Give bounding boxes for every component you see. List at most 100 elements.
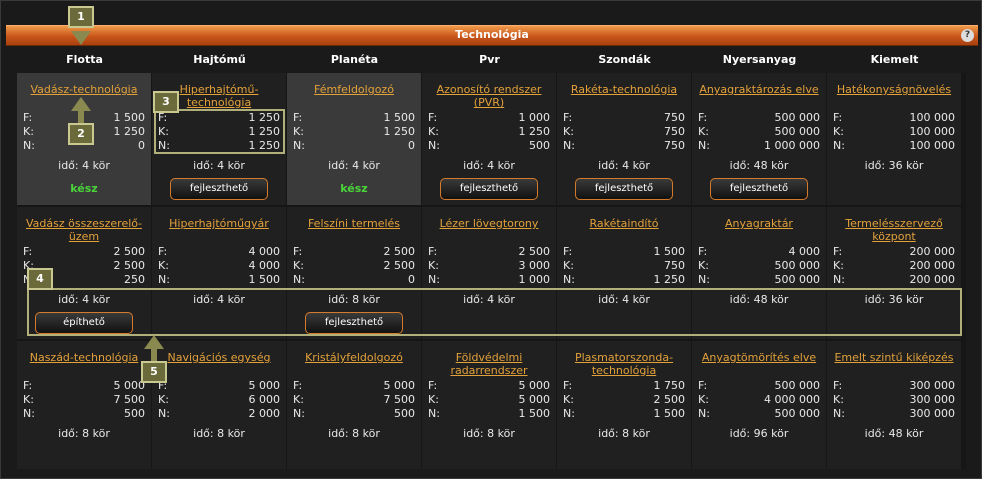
callout-marker-2: 2 bbox=[68, 123, 94, 145]
upgrade-button[interactable]: fejleszthető bbox=[170, 178, 268, 200]
cost-row-k: K: 4 000 bbox=[158, 259, 280, 273]
build-time: idő: 8 kör bbox=[193, 427, 245, 440]
cost-value: 7 500 bbox=[113, 393, 146, 406]
cost-value: 1 000 000 bbox=[764, 139, 820, 152]
cost-label: F: bbox=[293, 111, 303, 124]
callout-marker-3: 3 bbox=[153, 91, 179, 113]
tech-name-link[interactable]: Plasmatorszonda-technológia bbox=[557, 351, 691, 377]
tech-name-link[interactable]: Hiperhajtóműgyár bbox=[152, 217, 286, 230]
cost-value: 750 bbox=[664, 125, 685, 138]
tech-name-link[interactable]: Termelésszervező központ bbox=[827, 217, 961, 243]
cost-label: N: bbox=[833, 407, 845, 420]
cost-label: K: bbox=[293, 393, 304, 406]
upgrade-button[interactable]: fejleszthető bbox=[440, 178, 538, 200]
cost-label: N: bbox=[428, 407, 440, 420]
cost-label: K: bbox=[293, 259, 304, 272]
tech-name-link[interactable]: Navigációs egység bbox=[152, 351, 286, 364]
tech-name-link[interactable]: Fémfeldolgozó bbox=[287, 83, 421, 96]
cost-row-k: K: 2 500 bbox=[293, 259, 415, 273]
cost-row-n: N: 200 000 bbox=[833, 273, 955, 287]
cost-value: 250 bbox=[124, 273, 145, 286]
tech-cell: Kristályfeldolgozó F: 5 000 K: 7 500 N: 500 idő… bbox=[287, 341, 421, 469]
cost-label: N: bbox=[833, 139, 845, 152]
cost-row-f: F: 500 000 bbox=[698, 111, 820, 125]
cost-row-n: N: 1 500 bbox=[158, 273, 280, 287]
cost-label: N: bbox=[23, 139, 35, 152]
callout-marker-5: 5 bbox=[141, 361, 167, 383]
tech-name-link[interactable]: Emelt szintű kiképzés bbox=[827, 351, 961, 364]
tech-name-link[interactable]: Kristályfeldolgozó bbox=[287, 351, 421, 364]
column-header: Planéta bbox=[330, 53, 379, 66]
tech-name-link[interactable]: Lézer lövegtorony bbox=[422, 217, 556, 230]
tech-name-link[interactable]: Naszád-technológia bbox=[17, 351, 151, 364]
cost-value: 200 000 bbox=[909, 245, 956, 258]
cost-row-n: N: 1 000 bbox=[428, 273, 550, 287]
cost-value: 0 bbox=[408, 273, 415, 286]
tech-cell: Azonosító rendszer (PVR) F: 1 000 K: 1 250 N:… bbox=[422, 73, 556, 205]
cost-label: N: bbox=[563, 139, 575, 152]
column-header: Nyersanyag bbox=[722, 53, 797, 66]
window-title: Technológia bbox=[455, 28, 529, 41]
tech-name-link[interactable]: Vadász-technológia bbox=[17, 83, 151, 96]
cost-label: F: bbox=[428, 379, 438, 392]
cost-value: 2 500 bbox=[113, 259, 146, 272]
cost-label: K: bbox=[563, 259, 574, 272]
cost-value: 2 500 bbox=[383, 245, 416, 258]
cost-value: 4 000 000 bbox=[764, 393, 820, 406]
cost-label: F: bbox=[158, 245, 168, 258]
cost-row-n: N: 0 bbox=[293, 273, 415, 287]
cost-value: 500 bbox=[529, 139, 550, 152]
window-titlebar: Technológia ? bbox=[6, 25, 978, 46]
cost-row-n: N: 300 000 bbox=[833, 407, 955, 421]
cost-value: 1 750 bbox=[653, 379, 686, 392]
cost-value: 500 bbox=[124, 407, 145, 420]
cost-row-f: F: 1 750 bbox=[563, 379, 685, 393]
cost-value: 1 500 bbox=[518, 407, 551, 420]
tech-name-link[interactable]: Földvédelmi radarrendszer bbox=[422, 351, 556, 377]
cost-label: F: bbox=[698, 379, 708, 392]
cost-row-f: F: 2 500 bbox=[23, 245, 145, 259]
cost-value: 2 500 bbox=[518, 245, 551, 258]
cost-value: 5 000 bbox=[518, 379, 551, 392]
cost-value: 300 000 bbox=[909, 379, 956, 392]
cost-value: 300 000 bbox=[909, 393, 956, 406]
tech-name-link[interactable]: Anyagraktár bbox=[692, 217, 826, 230]
upgrade-button[interactable]: fejleszthető bbox=[575, 178, 673, 200]
cost-row-f: F: 5 000 bbox=[158, 379, 280, 393]
cost-row-k: K: 4 000 000 bbox=[698, 393, 820, 407]
tech-name-link[interactable]: Vadász összeszerelő-üzem bbox=[17, 217, 151, 243]
cost-label: N: bbox=[563, 407, 575, 420]
highlight-box-time-row bbox=[27, 288, 962, 336]
cost-value: 0 bbox=[138, 139, 145, 152]
cost-label: N: bbox=[698, 273, 710, 286]
tech-name-link[interactable]: Felszíni termelés bbox=[287, 217, 421, 230]
build-time: idő: 4 kör bbox=[58, 159, 110, 172]
cost-value: 7 500 bbox=[383, 393, 416, 406]
tech-name-link[interactable]: Anyagraktározás elve bbox=[692, 83, 826, 96]
upgrade-button[interactable]: fejleszthető bbox=[710, 178, 808, 200]
cost-row-f: F: 5 000 bbox=[23, 379, 145, 393]
cost-value: 100 000 bbox=[909, 111, 956, 124]
cost-label: F: bbox=[23, 245, 33, 258]
tech-name-link[interactable]: Anyagtömörítés elve bbox=[692, 351, 826, 364]
tech-cell: Naszád-technológia F: 5 000 K: 7 500 N: 500 idő… bbox=[17, 341, 151, 469]
column-header: Szondák bbox=[598, 53, 651, 66]
tech-name-link[interactable]: Rakétaindító bbox=[557, 217, 691, 230]
help-icon[interactable]: ? bbox=[961, 29, 974, 42]
tech-cell: Rakéta-technológia F: 750 K: 750 N: 750 idő: 4 … bbox=[557, 73, 691, 205]
cost-row-n: N: 500 000 bbox=[698, 273, 820, 287]
cost-label: N: bbox=[23, 407, 35, 420]
tech-name-link[interactable]: Azonosító rendszer (PVR) bbox=[422, 83, 556, 109]
column-headers: Flotta Hajtómű Planéta Pvr Szondák Nyersanyag… bbox=[17, 53, 966, 73]
cost-row-n: N: 500 bbox=[293, 407, 415, 421]
tech-cell: Földvédelmi radarrendszer F: 5 000 K: 5 000 N… bbox=[422, 341, 556, 469]
cost-label: K: bbox=[428, 393, 439, 406]
column-header: Flotta bbox=[66, 53, 103, 66]
column-header: Pvr bbox=[479, 53, 500, 66]
cost-row-k: K: 1 250 bbox=[293, 125, 415, 139]
tech-name-link[interactable]: Hatékonyságnövelés bbox=[827, 83, 961, 96]
arrow-stem bbox=[151, 347, 157, 361]
cost-value: 300 000 bbox=[909, 407, 956, 420]
tech-name-link[interactable]: Rakéta-technológia bbox=[557, 83, 691, 96]
cost-value: 0 bbox=[408, 139, 415, 152]
